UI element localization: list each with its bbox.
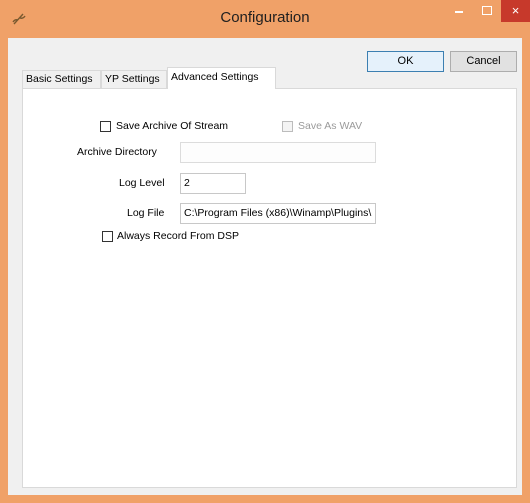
tab-yp-settings[interactable]: YP Settings — [101, 70, 167, 88]
log-level-label: Log Level — [119, 177, 165, 189]
save-as-wav-label: Save As WAV — [298, 120, 363, 132]
log-file-field[interactable]: C:\Program Files (x86)\Winamp\Plugins\ — [180, 203, 376, 224]
maximize-button[interactable] — [474, 0, 500, 22]
minimize-button[interactable] — [446, 0, 472, 22]
archive-directory-label: Archive Directory — [77, 146, 157, 158]
title-bar[interactable]: Configuration × — [0, 0, 530, 38]
log-file-label: Log File — [127, 207, 165, 219]
tab-advanced-settings[interactable]: Advanced Settings — [167, 67, 276, 89]
ok-button[interactable]: OK — [367, 51, 444, 72]
configuration-window: Configuration × OK Cancel Basic Settings… — [0, 0, 530, 503]
tab-basic-settings[interactable]: Basic Settings — [22, 70, 101, 88]
log-level-field[interactable]: 2 — [180, 173, 246, 194]
close-button[interactable]: × — [501, 0, 530, 22]
advanced-settings-panel: Save Archive Of Stream Save As WAV Archi… — [22, 88, 517, 488]
close-icon: × — [511, 3, 520, 18]
save-as-wav-checkbox[interactable] — [282, 121, 293, 132]
always-record-label[interactable]: Always Record From DSP — [117, 230, 239, 242]
archive-directory-field[interactable] — [180, 142, 376, 163]
cancel-button[interactable]: Cancel — [450, 51, 517, 72]
save-archive-label[interactable]: Save Archive Of Stream — [116, 120, 228, 132]
always-record-checkbox[interactable] — [102, 231, 113, 242]
save-archive-checkbox[interactable] — [100, 121, 111, 132]
dialog-client-area: OK Cancel Basic Settings YP Settings Adv… — [8, 38, 522, 495]
